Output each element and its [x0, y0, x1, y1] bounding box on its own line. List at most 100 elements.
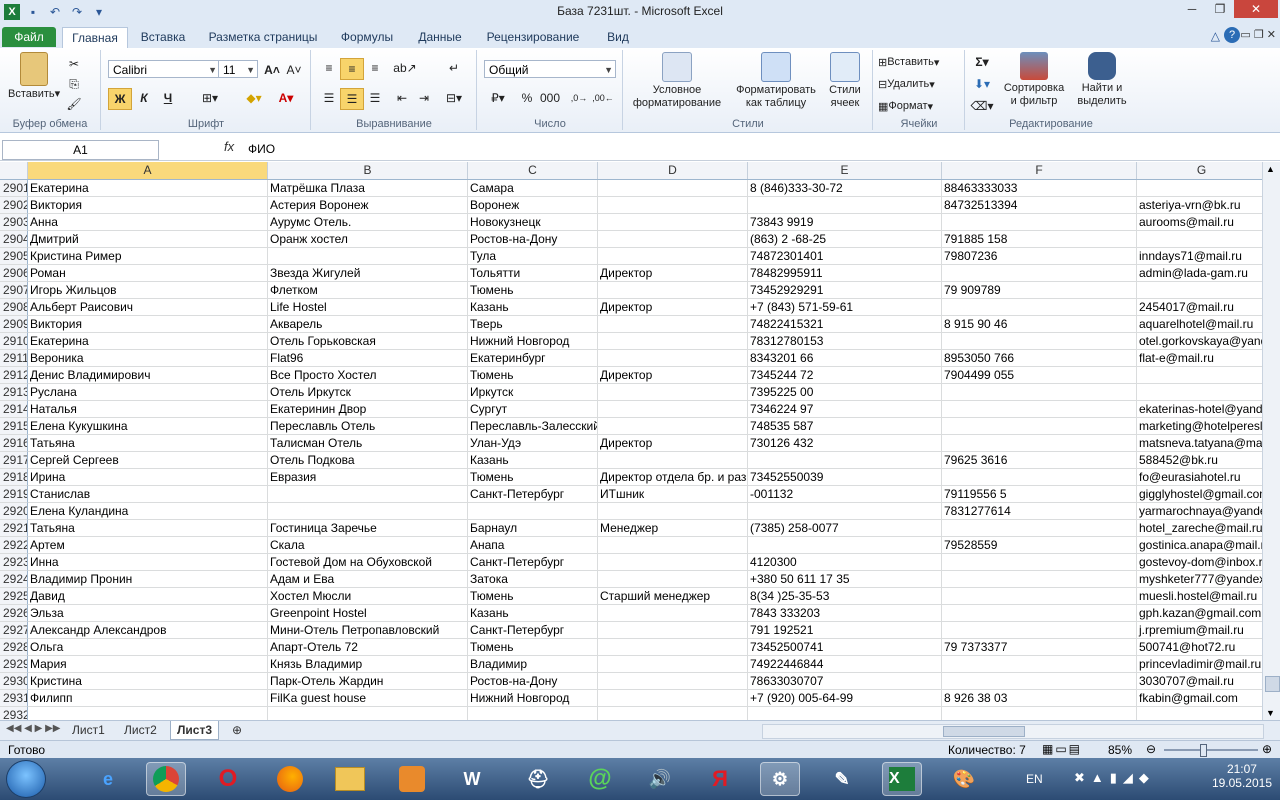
- cell[interactable]: 730126 432: [748, 435, 942, 452]
- chrome-icon[interactable]: [146, 762, 186, 796]
- cell[interactable]: Отель Горьковская: [268, 333, 468, 350]
- cell[interactable]: 74822415321: [748, 316, 942, 333]
- cell[interactable]: [1137, 707, 1262, 720]
- merge-center-icon[interactable]: ⊟▾: [442, 88, 466, 108]
- cell[interactable]: Акварель: [268, 316, 468, 333]
- cell[interactable]: Елена Куландина: [28, 503, 268, 520]
- zoom-level[interactable]: 85%: [1108, 743, 1132, 757]
- sheet-tab-2[interactable]: Лист2: [118, 721, 163, 739]
- cell[interactable]: Иркутск: [468, 384, 598, 401]
- cell[interactable]: [598, 231, 748, 248]
- cut-icon[interactable]: ✂: [64, 54, 84, 74]
- cell[interactable]: 7831277614: [942, 503, 1137, 520]
- cell[interactable]: Мини-Отель Петропавловский: [268, 622, 468, 639]
- cell[interactable]: [598, 605, 748, 622]
- tab-data[interactable]: Данные: [410, 27, 470, 47]
- increase-decimal-icon[interactable]: ,0→: [568, 88, 590, 108]
- italic-button[interactable]: К: [134, 88, 154, 108]
- row-number[interactable]: 2911: [0, 350, 28, 367]
- cell[interactable]: [268, 486, 468, 503]
- world-of-tanks-icon[interactable]: W: [452, 762, 492, 796]
- cell[interactable]: Анапа: [468, 537, 598, 554]
- cell[interactable]: Мария: [28, 656, 268, 673]
- cell[interactable]: Станислав: [28, 486, 268, 503]
- cell[interactable]: [28, 707, 268, 720]
- row-number[interactable]: 2921: [0, 520, 28, 537]
- row-number[interactable]: 2923: [0, 554, 28, 571]
- cell[interactable]: ekaterinas-hotel@yandex.ru: [1137, 401, 1262, 418]
- cell[interactable]: 79625 3616: [942, 452, 1137, 469]
- cell[interactable]: Екатеринин Двор: [268, 401, 468, 418]
- sheet-tab-3[interactable]: Лист3: [170, 721, 220, 740]
- vertical-scroll-thumb[interactable]: [1265, 676, 1280, 692]
- row-number[interactable]: 2916: [0, 435, 28, 452]
- row-number[interactable]: 2924: [0, 571, 28, 588]
- cell[interactable]: [598, 350, 748, 367]
- yandex-icon[interactable]: Я: [700, 762, 740, 796]
- cell[interactable]: [598, 214, 748, 231]
- currency-icon[interactable]: ₽▾: [484, 88, 512, 108]
- cell[interactable]: Казань: [468, 299, 598, 316]
- cell[interactable]: Старший менеджер: [598, 588, 748, 605]
- cell[interactable]: Директор отдела бр. и размещения: [598, 469, 748, 486]
- help-icon[interactable]: ?: [1224, 27, 1240, 43]
- cell[interactable]: [1137, 180, 1262, 197]
- cell[interactable]: Самара: [468, 180, 598, 197]
- cell[interactable]: Переславль Отель: [268, 418, 468, 435]
- cell[interactable]: 2454017@mail.ru: [1137, 299, 1262, 316]
- cell[interactable]: Переславль-Залесский: [468, 418, 598, 435]
- cell[interactable]: Flat96: [268, 350, 468, 367]
- cell[interactable]: Елена Кукушкина: [28, 418, 268, 435]
- cell[interactable]: [598, 333, 748, 350]
- cell[interactable]: (863) 2 -68-25: [748, 231, 942, 248]
- opera-icon[interactable]: O: [208, 762, 248, 796]
- cell[interactable]: Игорь Жильцов: [28, 282, 268, 299]
- cell[interactable]: 791885 158: [942, 231, 1137, 248]
- find-select-button[interactable]: Найти и выделить: [1070, 52, 1134, 108]
- insert-function-icon[interactable]: fx: [224, 139, 234, 154]
- cell[interactable]: [598, 503, 748, 520]
- workbook-controls[interactable]: ▭ ❐ ✕: [1240, 28, 1276, 41]
- cell[interactable]: princevladimir@mail.ru: [1137, 656, 1262, 673]
- tab-view[interactable]: Вид: [596, 27, 640, 47]
- cell[interactable]: Все Просто Хостел: [268, 367, 468, 384]
- cell[interactable]: 78482995911: [748, 265, 942, 282]
- excel-taskbar-icon[interactable]: X: [882, 762, 922, 796]
- cell[interactable]: Денис Владимирович: [28, 367, 268, 384]
- format-painter-icon[interactable]: 🖌: [64, 94, 84, 114]
- cell[interactable]: Флетком: [268, 282, 468, 299]
- cell[interactable]: [268, 707, 468, 720]
- autosum-icon[interactable]: Σ▾: [970, 52, 994, 72]
- font-name-select[interactable]: Calibri ▼: [108, 60, 220, 78]
- cell[interactable]: [942, 299, 1137, 316]
- cell[interactable]: [942, 418, 1137, 435]
- increase-indent-icon[interactable]: ⇥: [414, 88, 434, 108]
- row-number[interactable]: 2925: [0, 588, 28, 605]
- view-buttons[interactable]: ▦▭▤: [1042, 742, 1082, 756]
- cell[interactable]: [942, 622, 1137, 639]
- format-as-table-button[interactable]: Форматировать как таблицу: [732, 52, 820, 110]
- horizontal-scrollbar[interactable]: [762, 724, 1264, 739]
- cell[interactable]: Нижний Новгород: [468, 333, 598, 350]
- cell[interactable]: Наталья: [28, 401, 268, 418]
- cell[interactable]: Давид: [28, 588, 268, 605]
- cell[interactable]: Санкт-Петербург: [468, 554, 598, 571]
- cell[interactable]: myshketer777@yandex.ru: [1137, 571, 1262, 588]
- cell[interactable]: Ирина: [28, 469, 268, 486]
- cell[interactable]: Санкт-Петербург: [468, 622, 598, 639]
- cell[interactable]: Артем: [28, 537, 268, 554]
- cell[interactable]: Новокузнецк: [468, 214, 598, 231]
- game-helmet-icon[interactable]: ⛑: [518, 762, 558, 796]
- cell[interactable]: [748, 503, 942, 520]
- cell[interactable]: Гостевой Дом на Обуховской: [268, 554, 468, 571]
- tab-formulas[interactable]: Формулы: [334, 27, 400, 47]
- cell[interactable]: matsneva.tatyana@mail.ru: [1137, 435, 1262, 452]
- row-number[interactable]: 2920: [0, 503, 28, 520]
- cell[interactable]: 4120300: [748, 554, 942, 571]
- tab-file[interactable]: Файл: [2, 27, 56, 47]
- cell[interactable]: [598, 418, 748, 435]
- cell[interactable]: marketing@hotelpereslavl.ru: [1137, 418, 1262, 435]
- cell[interactable]: Тюмень: [468, 588, 598, 605]
- cell[interactable]: Директор: [598, 265, 748, 282]
- cell[interactable]: gostevoy-dom@inbox.ru: [1137, 554, 1262, 571]
